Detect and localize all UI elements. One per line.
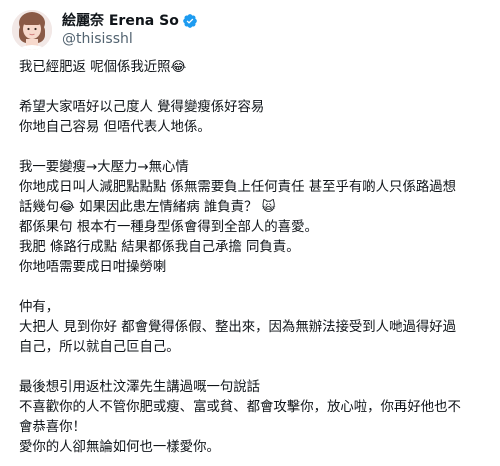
paragraph-2: 希望大家唔好以己度人 覺得變瘦係好容易 你地自己容易 但唔代表人地係。 bbox=[19, 98, 489, 138]
text-line: 你地成日叫人減肥點點點 係無需要負上任何責任 甚至乎有啲人只係路過想 bbox=[19, 180, 457, 195]
text-line: 自己，所以就自己叵自己。 bbox=[19, 340, 180, 355]
text-line: 希望大家唔好以己度人 覺得變瘦係好容易 bbox=[19, 100, 265, 115]
text-line: 不喜歡你的人不管你肥或瘦、富或貧、都會攻擊你，放心啦，你再好他也不 bbox=[19, 400, 461, 415]
text-line: 會恭喜你！ bbox=[19, 420, 86, 435]
paragraph-4: 仲有， 大把人 見到你好 都會覺得係假、整出來，因為無辦法接受到人哋過得好過 自… bbox=[19, 298, 489, 358]
display-name-row[interactable]: 絵麗奈 Erena So bbox=[62, 12, 198, 30]
paragraph-3: 我一要變瘦→大壓力→無心情 你地成日叫人減肥點點點 係無需要負上任何責任 甚至乎… bbox=[19, 158, 489, 278]
user-handle[interactable]: @thisisshl bbox=[62, 30, 198, 48]
text-line: 話幾句😂 如果因此患左情緒病 誰負責？ 🙀 bbox=[19, 200, 276, 215]
text-line: 仲有， bbox=[19, 300, 60, 315]
text-line: 你地自己容易 但唔代表人地係。 bbox=[19, 120, 211, 135]
text-line: 最後想引用返杜汶澤先生講過嘅一句說話 bbox=[19, 380, 261, 395]
text-line: 愛你的人卻無論如何也一樣愛你。 bbox=[19, 440, 220, 455]
text-line: 大把人 見到你好 都會覺得係假、整出來，因為無辦法接受到人哋過得好過 bbox=[19, 320, 457, 335]
paragraph-5: 最後想引用返杜汶澤先生講過嘅一句說話 不喜歡你的人不管你肥或瘦、富或貧、都會攻擊… bbox=[19, 378, 489, 458]
text-line: 你地唔需要成日咁操勞喇 bbox=[19, 260, 167, 275]
tweet-text: 我已經肥返 呢個係我近照😂 希望大家唔好以己度人 覺得變瘦係好容易 你地自己容易… bbox=[19, 58, 489, 458]
verified-badge-icon bbox=[182, 13, 198, 29]
display-name[interactable]: 絵麗奈 Erena So bbox=[62, 12, 179, 30]
paragraph-1: 我已經肥返 呢個係我近照😂 bbox=[19, 58, 489, 78]
profile-photo bbox=[12, 10, 52, 50]
text-line: 我肥 條路行成點 結果都係我自己承擔 同負責。 bbox=[19, 240, 300, 255]
text-line: 都係果句 根本冇一種身型係會得到全部人的喜愛。 bbox=[19, 220, 318, 235]
tweet-card: 絵麗奈 Erena So @thisisshl 我已經肥返 呢個係我近照😂 希望… bbox=[0, 0, 500, 466]
text-line: 我一要變瘦→大壓力→無心情 bbox=[19, 160, 189, 175]
tweet-header: 絵麗奈 Erena So @thisisshl bbox=[12, 8, 198, 52]
text-line: 我已經肥返 呢個係我近照😂 bbox=[19, 60, 187, 75]
avatar[interactable] bbox=[12, 10, 52, 50]
author-names: 絵麗奈 Erena So @thisisshl bbox=[62, 12, 198, 48]
